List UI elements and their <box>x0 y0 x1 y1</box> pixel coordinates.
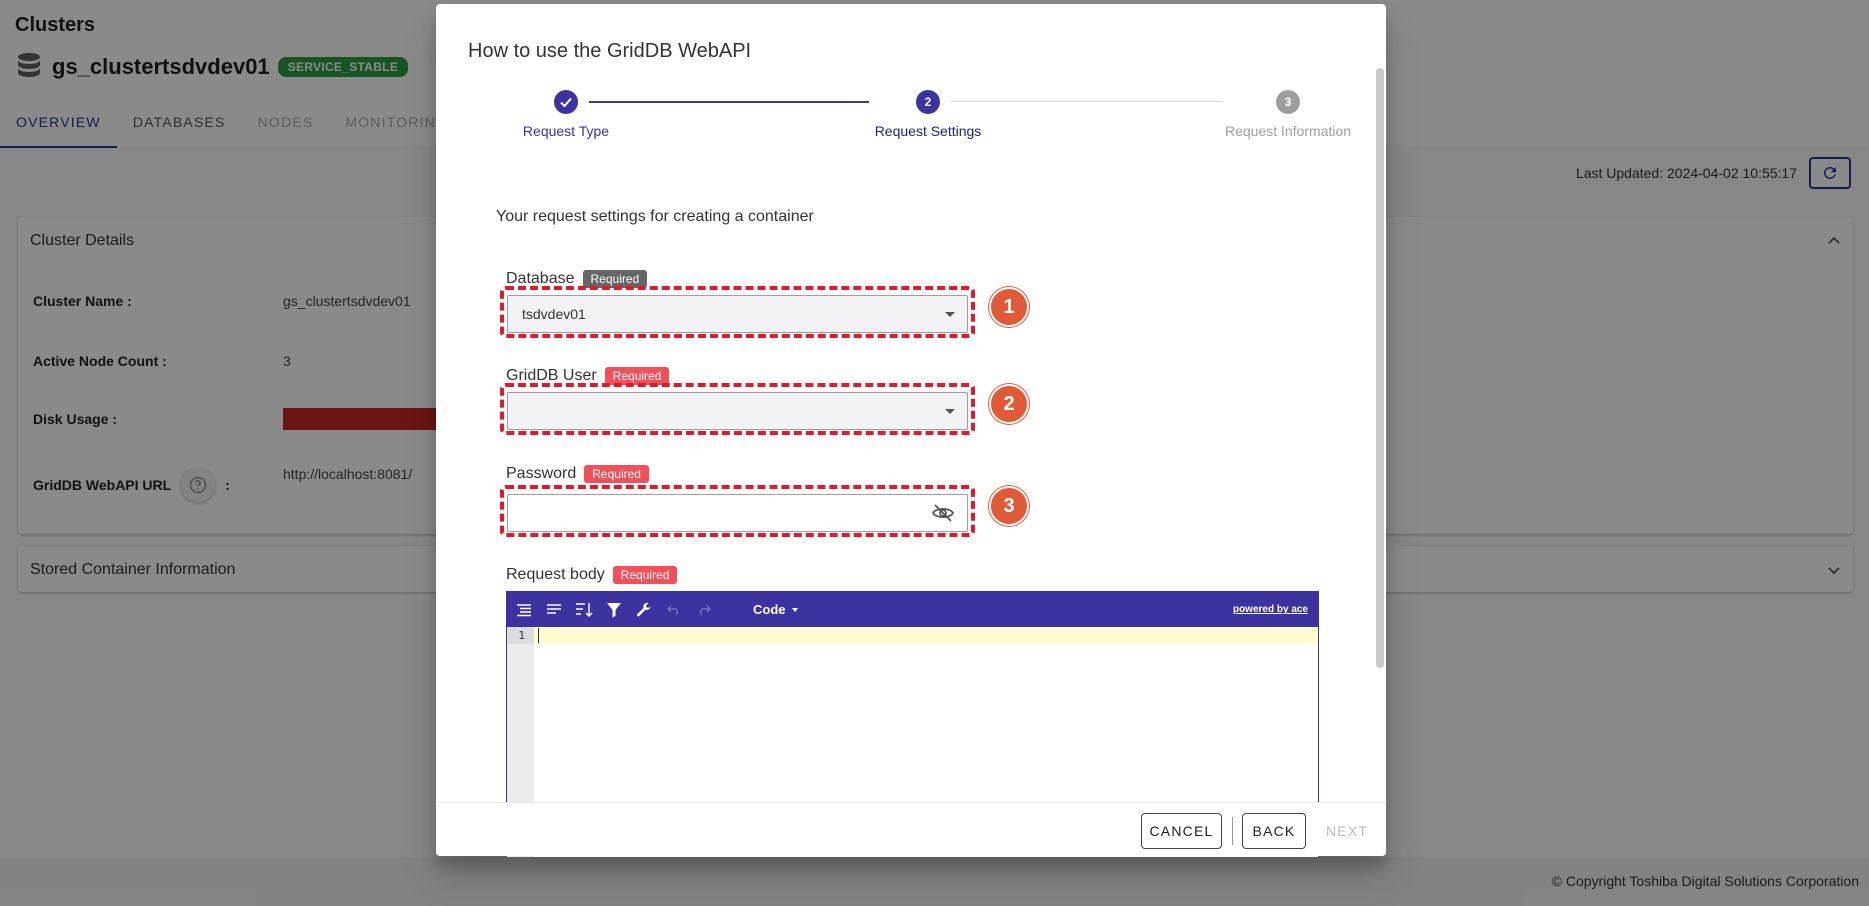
redo-icon[interactable] <box>693 599 715 621</box>
request-body-label-row: Request body Required <box>506 566 678 584</box>
step-3-label: Request Information <box>1224 123 1352 139</box>
required-badge: Required <box>612 566 678 584</box>
dropdown-arrow-icon <box>945 311 955 317</box>
sort-icon[interactable] <box>573 599 595 621</box>
visibility-off-icon[interactable] <box>931 501 955 525</box>
step-2-dot: 2 <box>916 90 940 114</box>
step-3-dot: 3 <box>1276 90 1300 114</box>
caret-down-icon <box>791 607 798 612</box>
line-number: 1 <box>518 629 525 642</box>
step-1-dot <box>554 90 578 114</box>
filter-icon[interactable] <box>603 599 625 621</box>
required-badge: Required <box>584 465 649 483</box>
step-1-label: Request Type <box>522 123 610 139</box>
editor-toolbar: Code powered by ace <box>507 592 1318 627</box>
step-2-label: Request Settings <box>874 123 982 139</box>
dialog-scrollbar[interactable] <box>1376 68 1384 668</box>
dropdown-arrow-icon <box>945 408 955 414</box>
repair-wrench-icon[interactable] <box>633 599 655 621</box>
text-cursor <box>538 628 539 643</box>
request-body-label: Request body <box>506 566 605 583</box>
callout-badge-1: 1 <box>989 287 1029 327</box>
cancel-button[interactable]: CANCEL <box>1141 813 1222 849</box>
active-line-highlight <box>534 627 1318 644</box>
stepper-line-pending <box>951 101 1223 102</box>
check-icon <box>560 97 572 108</box>
next-button[interactable]: NEXT <box>1326 813 1368 849</box>
intro-text: Your request settings for creating a con… <box>496 208 814 225</box>
password-label-row: Password Required <box>506 465 649 483</box>
dialog-footer: CANCEL BACK NEXT <box>436 802 1386 856</box>
password-label: Password <box>506 465 577 482</box>
format-icon[interactable] <box>513 599 535 621</box>
dialog-title: How to use the GridDB WebAPI <box>468 40 752 62</box>
compact-icon[interactable] <box>543 599 565 621</box>
footer-divider <box>1232 817 1233 845</box>
password-input[interactable] <box>507 494 968 532</box>
database-select-value: tsdvdev01 <box>522 306 586 322</box>
stepper-line-complete <box>589 101 869 103</box>
callout-badge-3: 3 <box>989 486 1029 526</box>
back-button[interactable]: BACK <box>1242 813 1306 849</box>
powered-by-ace-link[interactable]: powered by ace <box>1233 604 1308 615</box>
database-select[interactable]: tsdvdev01 <box>507 295 968 333</box>
callout-badge-2: 2 <box>989 384 1029 424</box>
webapi-dialog: How to use the GridDB WebAPI Request Typ… <box>436 4 1386 857</box>
undo-icon[interactable] <box>663 599 685 621</box>
griddb-user-select[interactable] <box>507 392 968 430</box>
mode-label: Code <box>753 602 786 617</box>
mode-dropdown[interactable]: Code <box>753 602 798 617</box>
